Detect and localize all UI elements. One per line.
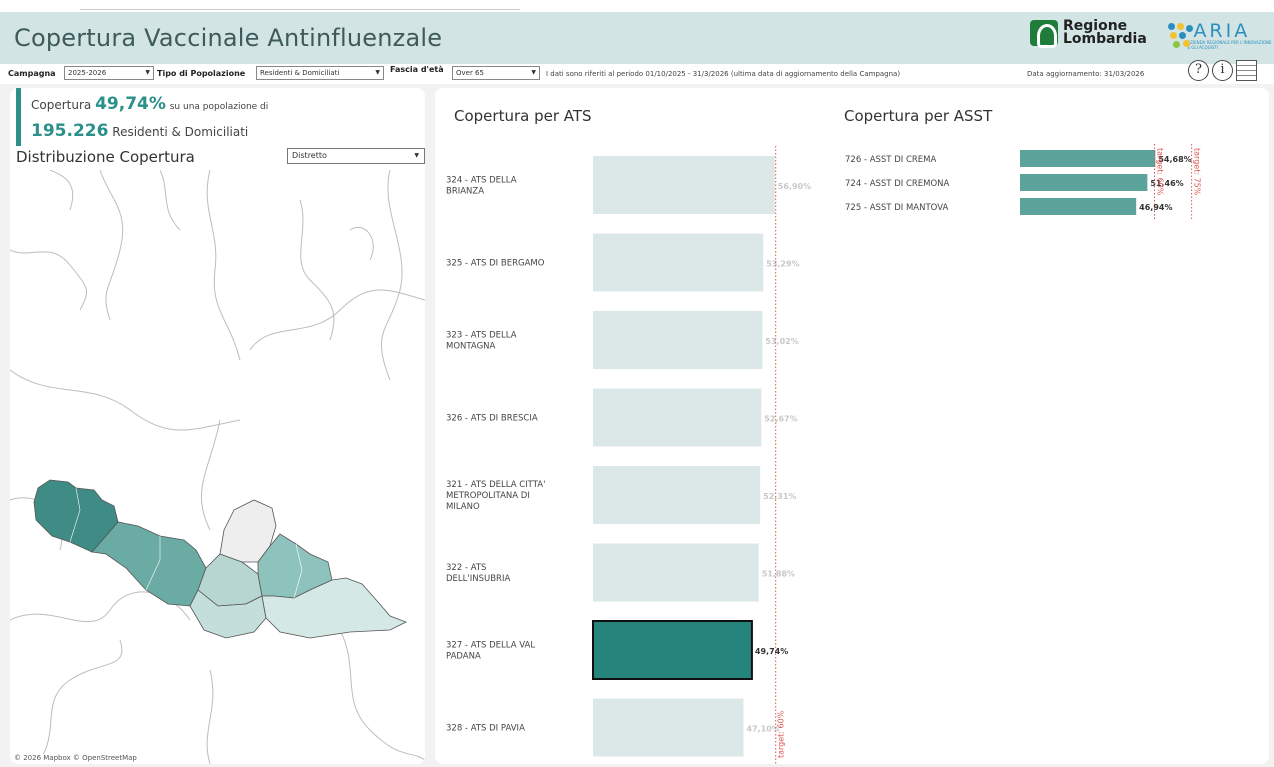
campagna-label: Campagna bbox=[8, 69, 56, 78]
toolbar-icons: ? i bbox=[1188, 60, 1257, 81]
ats-chart-title: Copertura per ATS bbox=[454, 107, 592, 125]
coverage-bar-charts: Copertura per ATS Copertura per ASST 324… bbox=[446, 107, 1202, 764]
ats-value-label: 53,02% bbox=[765, 337, 798, 346]
asst-bar[interactable] bbox=[1020, 198, 1137, 215]
chevron-down-icon: ▼ bbox=[414, 152, 419, 159]
eta-label: Fascia d'età bbox=[390, 65, 444, 74]
ats-value-label: 52,31% bbox=[763, 492, 796, 501]
popolazione-select[interactable]: Residenti & Domiciliati ▼ bbox=[256, 66, 384, 80]
campagna-value: 2025-2026 bbox=[68, 69, 107, 77]
ats-bar[interactable] bbox=[592, 620, 753, 680]
chevron-down-icon: ▼ bbox=[375, 69, 380, 76]
regione-lombardia-mark-icon bbox=[1030, 20, 1058, 48]
asst-value-label: 51,46% bbox=[1150, 179, 1183, 188]
coverage-map[interactable] bbox=[10, 170, 425, 764]
eta-select[interactable]: Over 65 ▼ bbox=[452, 66, 540, 80]
kpi-population-value: 195.226 bbox=[31, 121, 109, 141]
logo-rl-line2: Lombardia bbox=[1063, 31, 1147, 47]
map-roads bbox=[10, 170, 425, 764]
distribution-level-select[interactable]: Distretto ▼ bbox=[287, 148, 425, 164]
ats-category-label: PADANA bbox=[446, 652, 481, 662]
dashboard-header: Copertura Vaccinale Antinfluenzale Regio… bbox=[0, 12, 1274, 64]
asst-category-label: 725 - ASST DI MANTOVA bbox=[845, 203, 948, 213]
chevron-down-icon: ▼ bbox=[531, 69, 536, 76]
browser-top-strip bbox=[0, 0, 1274, 12]
ats-bar[interactable] bbox=[593, 156, 775, 214]
ats-category-label: 328 - ATS DI PAVIA bbox=[446, 724, 525, 734]
campagna-select[interactable]: 2025-2026 ▼ bbox=[64, 66, 154, 80]
asst-chart-title: Copertura per ASST bbox=[844, 107, 993, 125]
asst-category-label: 724 - ASST DI CREMONA bbox=[845, 179, 950, 189]
chevron-down-icon: ▼ bbox=[145, 69, 150, 76]
popolazione-value: Residenti & Domiciliati bbox=[260, 69, 340, 77]
coverage-map-panel: Copertura 49,74% su una popolazione di 1… bbox=[10, 88, 425, 764]
filter-bar: Campagna 2025-2026 ▼ Tipo di Popolazione … bbox=[0, 64, 1274, 84]
ats-value-label: 47,10% bbox=[746, 725, 779, 734]
distribution-title: Distribuzione Copertura bbox=[16, 148, 195, 166]
ats-bar[interactable] bbox=[593, 543, 759, 602]
regione-lombardia-logo: Regione Lombardia bbox=[1030, 19, 1147, 48]
asst-value-label: 46,94% bbox=[1139, 203, 1172, 212]
kpi-population-suffix: Residenti & Domiciliati bbox=[112, 125, 249, 139]
ats-category-label: 324 - ATS DELLA bbox=[446, 176, 517, 186]
coverage-charts-panel: Copertura per ATS Copertura per ASST 324… bbox=[435, 88, 1269, 764]
ats-category-label: 321 - ATS DELLA CITTA' bbox=[446, 480, 545, 490]
asst-bar[interactable] bbox=[1020, 150, 1156, 167]
distribution-select-value: Distretto bbox=[292, 151, 327, 160]
ats-bar[interactable] bbox=[593, 311, 763, 369]
ats-category-label: 322 - ATS bbox=[446, 563, 486, 573]
ats-category-label: 327 - ATS DELLA VAL bbox=[446, 641, 535, 651]
info-icon[interactable]: i bbox=[1212, 60, 1233, 81]
ats-bar[interactable] bbox=[593, 466, 761, 524]
ats-chart: 324 - ATS DELLABRIANZA 56,90% 325 - ATS DI… bbox=[446, 146, 811, 764]
ats-category-label: BRIANZA bbox=[446, 187, 484, 197]
kpi-prefix: Copertura bbox=[31, 98, 92, 112]
asst-category-label: 726 - ASST DI CREMA bbox=[845, 155, 936, 165]
aria-subtitle: AZIENDA REGIONALE PER L'INNOVAZIONE E GL… bbox=[1187, 40, 1272, 50]
aria-dots-icon bbox=[1168, 23, 1193, 49]
map-districts bbox=[33, 479, 407, 639]
map-credit: © 2026 Mapbox © OpenStreetMap bbox=[14, 754, 137, 762]
period-note: I dati sono riferiti al periodo 01/10/20… bbox=[546, 70, 901, 78]
ats-value-label: 53,29% bbox=[766, 260, 799, 269]
page-title: Copertura Vaccinale Antinfluenzale bbox=[14, 24, 443, 52]
ats-value-label: 56,90% bbox=[778, 182, 811, 191]
kpi-coverage-value: 49,74% bbox=[95, 94, 166, 114]
asst-bar[interactable] bbox=[1020, 174, 1148, 191]
asst-chart: 726 - ASST DI CREMA 54,68%724 - ASST DI C… bbox=[845, 144, 1202, 220]
ats-category-label: 323 - ATS DELLA bbox=[446, 331, 517, 341]
ats-value-label: 52,67% bbox=[764, 415, 797, 424]
ats-category-label: 325 - ATS DI BERGAMO bbox=[446, 259, 545, 269]
ats-category-label: DELL'INSUBRIA bbox=[446, 574, 510, 584]
kpi-middle-text: su una popolazione di bbox=[169, 102, 269, 112]
ats-value-label: 51,88% bbox=[762, 570, 795, 579]
help-icon[interactable]: ? bbox=[1188, 60, 1209, 81]
asst-target-label: target: 75% bbox=[1193, 148, 1202, 196]
ats-category-label: METROPOLITANA DI bbox=[446, 491, 530, 501]
update-note: Data aggiornamento: 31/03/2026 bbox=[1027, 70, 1145, 78]
ats-bar[interactable] bbox=[593, 388, 762, 447]
aria-name: ARIA bbox=[1193, 20, 1251, 42]
ats-category-label: 326 - ATS DI BRESCIA bbox=[446, 414, 538, 424]
eta-value: Over 65 bbox=[456, 69, 484, 77]
popolazione-label: Tipo di Popolazione bbox=[157, 69, 246, 78]
asst-target-label: target: 60% bbox=[1156, 148, 1165, 196]
ats-bar[interactable] bbox=[593, 233, 764, 292]
aria-logo: ARIA AZIENDA REGIONALE PER L'INNOVAZIONE… bbox=[1168, 22, 1274, 50]
ats-target-label: target: 60% bbox=[777, 710, 786, 758]
ats-value-label: 49,74% bbox=[755, 647, 788, 656]
coverage-kpi: Copertura 49,74% su una popolazione di 1… bbox=[16, 88, 268, 146]
table-view-icon[interactable] bbox=[1236, 60, 1257, 81]
ats-category-label: MILANO bbox=[446, 502, 480, 512]
ats-category-label: MONTAGNA bbox=[446, 342, 496, 352]
top-divider bbox=[80, 9, 520, 10]
ats-bar[interactable] bbox=[593, 698, 744, 757]
